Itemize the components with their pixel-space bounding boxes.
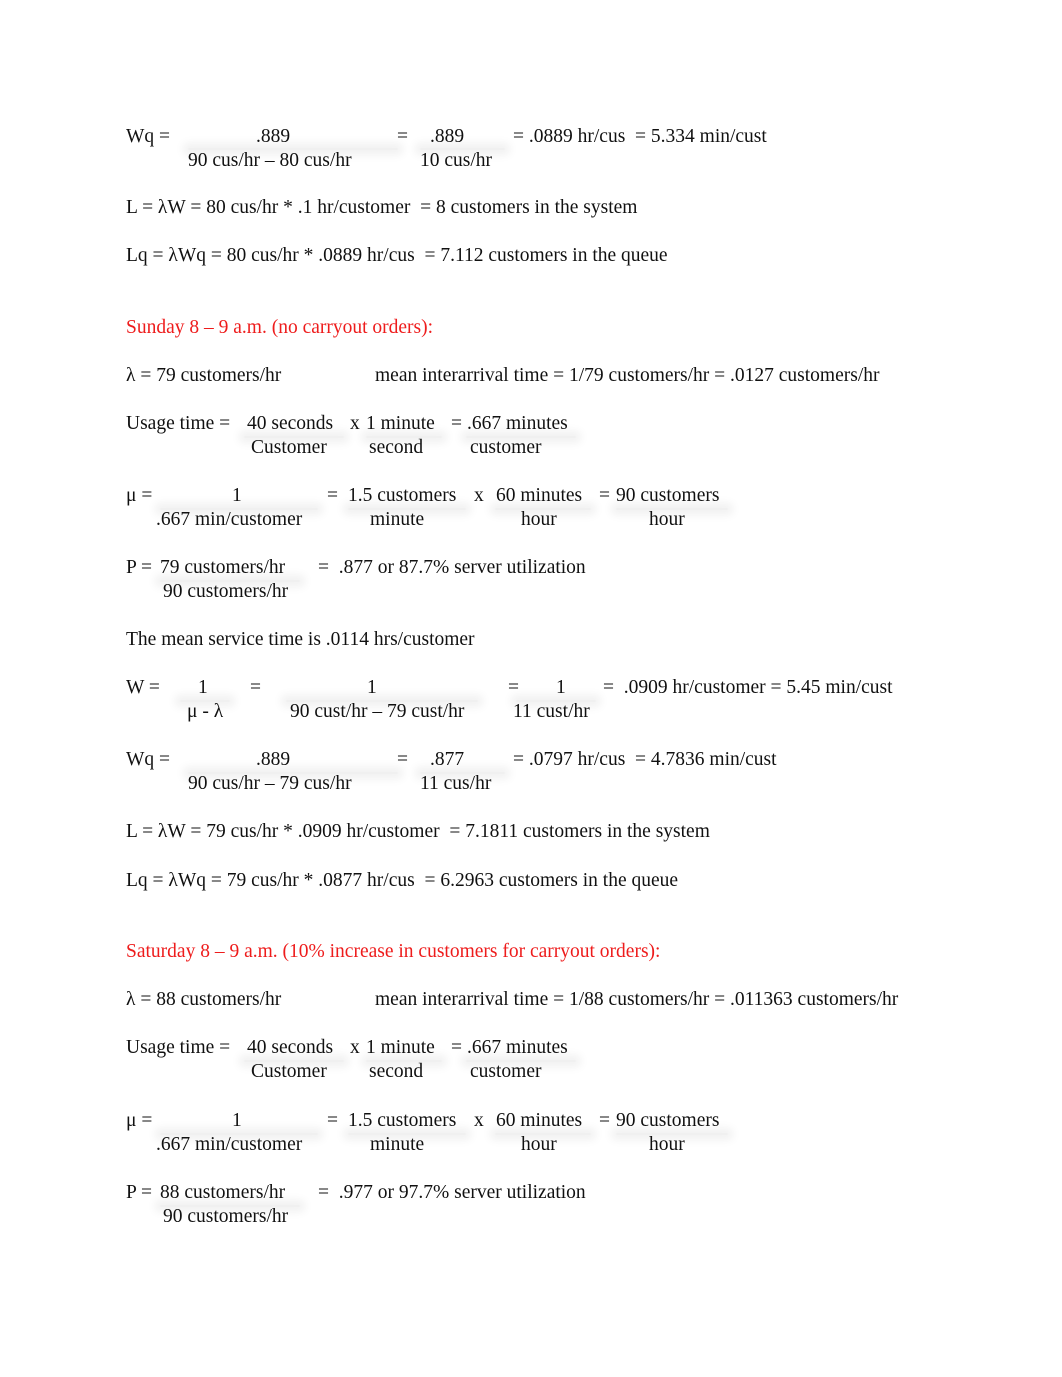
p-label: P = [126, 557, 152, 578]
w-num-1: 1 [198, 677, 208, 698]
mu-label: μ = [126, 485, 153, 506]
mu-den-2: minute [370, 1134, 425, 1155]
mean-service-time: The mean service time is .0114 hrs/custo… [126, 629, 475, 650]
usage-den-1: Customer [251, 437, 327, 458]
w-den-2: 90 cust/hr – 79 cust/hr [290, 701, 465, 722]
wq-label: Wq = [126, 126, 171, 147]
usage-num-3: .667 minutes [467, 1037, 568, 1058]
mu-num-2: 1.5 customers [348, 485, 457, 506]
w-den-1: μ - λ [187, 701, 224, 722]
mu-label: μ = [126, 1110, 153, 1131]
l-equation-sunday: L = λW = 79 cus/hr * .0909 hr/customer =… [126, 821, 710, 842]
mu-num-3: 60 minutes [496, 1110, 583, 1131]
p-result: = .977 or 97.7% server utilization [318, 1182, 586, 1203]
w-num-3: 1 [556, 677, 566, 698]
w-result: = .0909 hr/customer = 5.45 min/cust [603, 677, 893, 698]
mu-num-3: 60 minutes [496, 485, 583, 506]
wq-numerator-2: .889 [430, 126, 465, 147]
wq-numerator: .889 [256, 749, 291, 770]
mu-den-1: .667 min/customer [156, 509, 303, 530]
p-result: = .877 or 87.7% server utilization [318, 557, 586, 578]
wq-denominator: 90 cus/hr – 79 cus/hr [188, 773, 352, 794]
saturday-interarrival: mean interarrival time = 1/88 customers/… [375, 989, 899, 1010]
wq-equals: = [397, 126, 408, 147]
p-denominator: 90 customers/hr [163, 1206, 289, 1227]
mu-equals-2: = [599, 485, 610, 506]
p-numerator: 88 customers/hr [160, 1182, 286, 1203]
usage-num-1: 40 seconds [247, 1037, 334, 1058]
wq-equals: = [397, 749, 408, 770]
mu-den-3: hour [521, 509, 557, 530]
mu-den-2: minute [370, 509, 425, 530]
w-den-3: 11 cust/hr [513, 701, 590, 722]
usage-num-2: 1 minute [366, 1037, 435, 1058]
mu-equals-1: = [327, 1110, 338, 1131]
p-numerator: 79 customers/hr [160, 557, 286, 578]
usage-equals: = [451, 413, 462, 434]
usage-label: Usage time = [126, 413, 231, 434]
mu-num-2: 1.5 customers [348, 1110, 457, 1131]
usage-den-1: Customer [251, 1061, 327, 1082]
usage-times: x [350, 413, 360, 434]
mu-num-1: 1 [232, 1110, 242, 1131]
mu-num-1: 1 [232, 485, 242, 506]
usage-num-3: .667 minutes [467, 413, 568, 434]
wq-denominator: 90 cus/hr – 80 cus/hr [188, 150, 352, 171]
p-denominator: 90 customers/hr [163, 581, 289, 602]
usage-den-3: customer [470, 1061, 542, 1082]
usage-label: Usage time = [126, 1037, 231, 1058]
wq-result: = .0889 hr/cus = 5.334 min/cust [513, 126, 767, 147]
mu-equals-2: = [599, 1110, 610, 1131]
usage-num-1: 40 seconds [247, 413, 334, 434]
usage-times: x [350, 1037, 360, 1058]
mu-den-3: hour [521, 1134, 557, 1155]
lq-equation-weekday: Lq = λWq = 80 cus/hr * .0889 hr/cus = 7.… [126, 245, 668, 266]
mu-equals-1: = [327, 485, 338, 506]
mu-num-4: 90 customers [616, 1110, 720, 1131]
usage-den-2: second [369, 437, 424, 458]
mu-times: x [474, 1110, 484, 1131]
mu-times: x [474, 485, 484, 506]
saturday-heading: Saturday 8 – 9 a.m. (10% increase in cus… [126, 941, 661, 962]
mu-den-1: .667 min/customer [156, 1134, 303, 1155]
w-num-2: 1 [367, 677, 377, 698]
wq-numerator-2: .877 [430, 749, 465, 770]
wq-denominator-2: 10 cus/hr [420, 150, 493, 171]
usage-equals: = [451, 1037, 462, 1058]
w-equals-1: = [250, 677, 261, 698]
usage-num-2: 1 minute [366, 413, 435, 434]
wq-numerator: .889 [256, 126, 291, 147]
sunday-heading: Sunday 8 – 9 a.m. (no carryout orders): [126, 317, 434, 338]
mu-den-4: hour [649, 509, 685, 530]
usage-den-2: second [369, 1061, 424, 1082]
l-equation-weekday: L = λW = 80 cus/hr * .1 hr/customer = 8 … [126, 197, 638, 218]
lq-equation-sunday: Lq = λWq = 79 cus/hr * .0877 hr/cus = 6.… [126, 870, 679, 891]
wq-label: Wq = [126, 749, 171, 770]
wq-denominator-2: 11 cus/hr [420, 773, 492, 794]
mu-num-4: 90 customers [616, 485, 720, 506]
w-equals-2: = [508, 677, 519, 698]
usage-den-3: customer [470, 437, 542, 458]
wq-result: = .0797 hr/cus = 4.7836 min/cust [513, 749, 777, 770]
w-label: W = [126, 677, 160, 698]
sunday-interarrival: mean interarrival time = 1/79 customers/… [375, 365, 880, 386]
mu-den-4: hour [649, 1134, 685, 1155]
sunday-lambda: λ = 79 customers/hr [126, 365, 282, 386]
p-label: P = [126, 1182, 152, 1203]
saturday-lambda: λ = 88 customers/hr [126, 989, 282, 1010]
